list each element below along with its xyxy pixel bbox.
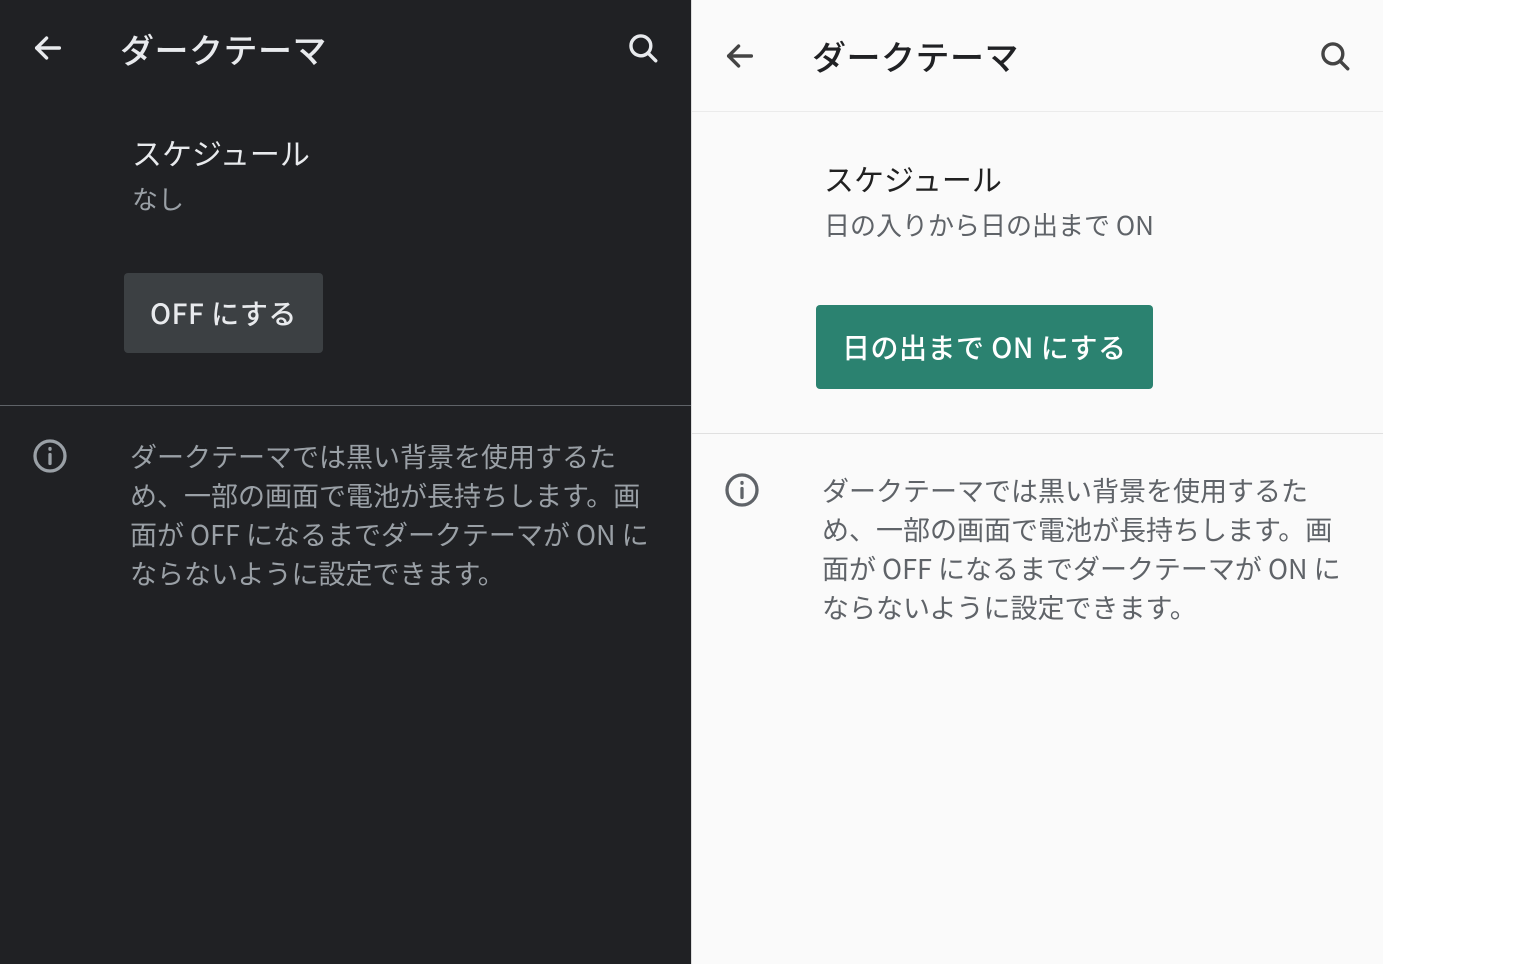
gutter xyxy=(1383,0,1536,964)
schedule-label: スケジュール xyxy=(132,130,667,174)
arrow-left-icon xyxy=(723,39,757,73)
info-block: ダークテーマでは黒い背景を使用するため、一部の画面で電池が長持ちします。画面が … xyxy=(692,434,1383,627)
dark-theme-panel-light: ダークテーマ スケジュール 日の入りから日の出まで ON 日の出まで ON にす… xyxy=(691,0,1383,964)
schedule-value: 日の入りから日の出まで ON xyxy=(824,206,1359,243)
action-row: 日の出まで ON にする xyxy=(692,279,1383,433)
toggle-off-button[interactable]: OFF にする xyxy=(124,273,323,353)
info-text: ダークテーマでは黒い背景を使用するため、一部の画面で電池が長持ちします。画面が … xyxy=(74,436,665,593)
action-row: OFF にする xyxy=(0,247,691,405)
info-text: ダークテーマでは黒い背景を使用するため、一部の画面で電池が長持ちします。画面が … xyxy=(766,470,1357,627)
info-icon xyxy=(718,470,766,627)
dark-theme-panel-dark: ダークテーマ スケジュール なし OFF にする ダークテーマでは黒い背景を使用… xyxy=(0,0,691,964)
page-title: ダークテーマ xyxy=(72,24,619,73)
page-title: ダークテーマ xyxy=(764,31,1311,80)
search-icon xyxy=(626,31,660,65)
app-bar: ダークテーマ xyxy=(692,0,1383,112)
search-button[interactable] xyxy=(619,24,667,72)
schedule-value: なし xyxy=(132,180,667,217)
schedule-row[interactable]: スケジュール なし xyxy=(0,96,691,247)
app-bar: ダークテーマ xyxy=(0,0,691,96)
search-icon xyxy=(1318,39,1352,73)
schedule-row[interactable]: スケジュール 日の入りから日の出まで ON xyxy=(692,112,1383,279)
back-button[interactable] xyxy=(24,24,72,72)
back-button[interactable] xyxy=(716,32,764,80)
schedule-label: スケジュール xyxy=(824,156,1359,200)
arrow-left-icon xyxy=(31,31,65,65)
turn-on-until-sunrise-button[interactable]: 日の出まで ON にする xyxy=(816,305,1153,389)
info-icon xyxy=(26,436,74,593)
search-button[interactable] xyxy=(1311,32,1359,80)
info-block: ダークテーマでは黒い背景を使用するため、一部の画面で電池が長持ちします。画面が … xyxy=(0,406,691,593)
